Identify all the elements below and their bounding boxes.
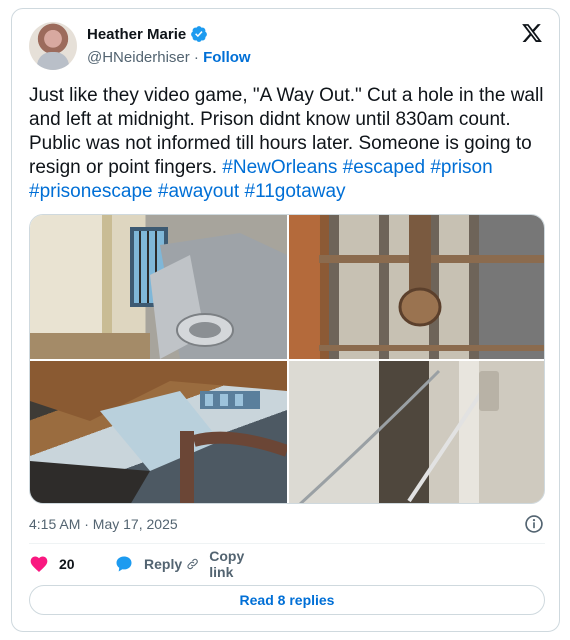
handle-row: @HNeiderhiser · Follow	[87, 49, 251, 66]
follow-link[interactable]: Follow	[203, 49, 251, 66]
tweet-card: Heather Marie @HNeiderhiser · Follow Jus…	[11, 8, 560, 632]
heart-icon	[30, 556, 48, 572]
photo-jail-cell-toilet[interactable]	[30, 215, 287, 359]
link-icon	[187, 558, 198, 570]
avatar[interactable]	[29, 22, 77, 70]
tweet-text: Just like they video game, "A Way Out." …	[29, 84, 545, 204]
copy-link-button[interactable]: Copy link	[186, 548, 251, 580]
info-icon[interactable]	[524, 514, 544, 534]
hashtag-prison[interactable]: #prison	[430, 157, 492, 178]
hashtag-awayout[interactable]: #awayout	[158, 181, 239, 202]
photo-wall-cables-art	[289, 361, 544, 503]
display-name[interactable]: Heather Marie	[87, 26, 186, 43]
copy-link-label: Copy link	[209, 548, 245, 580]
reply-bubble-icon	[116, 556, 132, 572]
photo-cell-bars-pipe[interactable]	[289, 215, 544, 359]
photo-hole-in-wall[interactable]	[30, 361, 287, 503]
reply-button[interactable]: Reply	[114, 553, 182, 575]
media-grid	[29, 214, 545, 504]
divider	[29, 543, 545, 544]
photo-hole-in-wall-art	[30, 361, 287, 503]
reply-label: Reply	[144, 556, 183, 572]
handle[interactable]: @HNeiderhiser	[87, 49, 190, 66]
photo-wall-cables[interactable]	[289, 361, 544, 503]
hashtag-prisonescape[interactable]: #prisonescape	[29, 181, 153, 202]
photo-jail-cell-toilet-art	[30, 227, 287, 359]
like-button[interactable]: 20	[29, 553, 75, 575]
timestamp[interactable]: 4:15 AM · May 17, 2025	[29, 516, 178, 532]
separator: ·	[189, 49, 204, 66]
like-count: 20	[59, 556, 75, 572]
verified-badge-icon	[191, 26, 207, 42]
hashtag-neworleans[interactable]: #NewOrleans	[222, 157, 337, 178]
read-replies-button[interactable]: Read 8 replies	[29, 585, 545, 615]
hashtag-11gotaway[interactable]: #11gotaway	[245, 181, 346, 202]
photo-cell-bars-pipe-art	[289, 215, 544, 359]
hashtag-escaped[interactable]: #escaped	[343, 157, 425, 178]
x-logo-icon[interactable]	[521, 22, 543, 44]
